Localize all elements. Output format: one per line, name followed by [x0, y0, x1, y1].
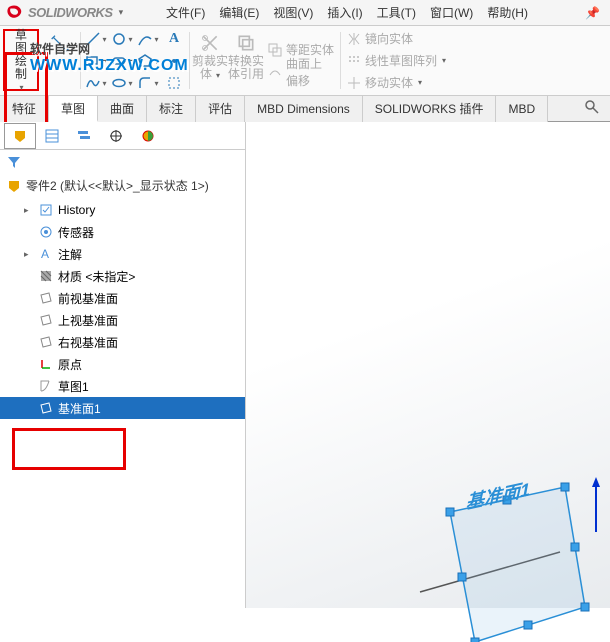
workspace: 零件2 (默认<<默认>_显示状态 1>) ▸History 传感器 ▸A注解 … — [0, 122, 610, 608]
tree-tab-dimxpert[interactable] — [100, 123, 132, 149]
filter-icon[interactable] — [6, 154, 22, 170]
trim-label-1: 剪裁实 — [192, 54, 228, 68]
convert-label-2: 体引用 — [228, 67, 264, 81]
tree-front-plane[interactable]: 前视基准面 — [0, 287, 245, 309]
tab-mbd[interactable]: MBD — [496, 96, 548, 122]
tab-addins[interactable]: SOLIDWORKS 插件 — [363, 96, 497, 122]
tree-tab-feature[interactable] — [4, 123, 36, 149]
menu-bar: 文件(F) 编辑(E) 视图(V) 插入(I) 工具(T) 窗口(W) 帮助(H… — [0, 0, 610, 26]
part-name: 零件2 (默认<<默认>_显示状态 1>) — [26, 177, 209, 194]
convert-label-1: 转换实 — [228, 54, 264, 68]
part-icon — [6, 178, 22, 194]
tree-tab-display[interactable] — [132, 123, 164, 149]
watermark-url: WWW.RJZXW.COM — [30, 57, 189, 75]
tab-mbd-dimensions[interactable]: MBD Dimensions — [245, 96, 363, 122]
ellipse-tool[interactable]: ▾ — [109, 72, 135, 94]
linear-pattern-button[interactable]: 线性草图阵列▾ — [347, 51, 446, 71]
tree-annotation[interactable]: ▸A注解 — [0, 243, 245, 265]
tab-sketch[interactable]: 草图 — [49, 96, 98, 122]
watermark-title: 软件自学网 — [30, 40, 189, 57]
highlight-box-plane1 — [12, 428, 126, 470]
part-header[interactable]: 零件2 (默认<<默认>_显示状态 1>) — [0, 174, 245, 197]
pin-icon[interactable]: 📌 — [585, 6, 600, 20]
filter-row — [0, 150, 245, 174]
menu-tools[interactable]: 工具(T) — [371, 2, 422, 23]
tree-top-plane[interactable]: 上视基准面 — [0, 309, 245, 331]
tab-annotate[interactable]: 标注 — [147, 96, 196, 122]
menu-view[interactable]: 视图(V) — [267, 2, 319, 23]
move-button[interactable]: 移动实体▾ — [347, 73, 446, 93]
tab-evaluate[interactable]: 评估 — [196, 96, 245, 122]
plane-3d-graphic — [310, 342, 610, 642]
menu-edit[interactable]: 编辑(E) — [213, 2, 265, 23]
svg-text:A: A — [41, 247, 49, 261]
ribbon-tabs: 特征 草图 曲面 标注 评估 MBD Dimensions SOLIDWORKS… — [0, 96, 610, 122]
tree-toolbar — [0, 122, 245, 150]
menu-help[interactable]: 帮助(H) — [481, 2, 534, 23]
offset-group: 等距实体 曲面上偏移 — [264, 26, 338, 95]
pattern-group: 镜向实体 线性草图阵列▾ 移动实体▾ — [343, 26, 450, 95]
fillet-tool[interactable]: ▾ — [135, 72, 161, 94]
menu-window[interactable]: 窗口(W) — [424, 2, 479, 23]
menu-file[interactable]: 文件(F) — [160, 2, 211, 23]
feature-tree-panel: 零件2 (默认<<默认>_显示状态 1>) ▸History 传感器 ▸A注解 … — [0, 122, 246, 608]
tree-body: ▸History 传感器 ▸A注解 材质 <未指定> 前视基准面 上视基准面 右… — [0, 197, 245, 608]
tree-sensor[interactable]: 传感器 — [0, 221, 245, 243]
trim-label-2: 体 — [200, 67, 212, 81]
mirror-button[interactable]: 镜向实体 — [347, 29, 446, 49]
convert-icon — [236, 33, 256, 53]
3d-viewport[interactable]: 基准面1 — [246, 122, 610, 608]
watermark: 软件自学网 WWW.RJZXW.COM — [30, 40, 189, 75]
tree-material[interactable]: 材质 <未指定> — [0, 265, 245, 287]
surface-offset-button[interactable]: 曲面上偏移 — [268, 62, 334, 82]
tree-origin[interactable]: 原点 — [0, 353, 245, 375]
spline-tool[interactable]: ▾ — [83, 72, 109, 94]
menu-insert[interactable]: 插入(I) — [321, 2, 368, 23]
trim-icon — [200, 33, 220, 53]
tree-plane1[interactable]: 基准面1 — [0, 397, 245, 419]
search-icon[interactable] — [574, 95, 610, 122]
plane-tool[interactable] — [161, 72, 187, 94]
trim-button[interactable]: 剪裁实体 ▾ — [192, 26, 228, 88]
tree-history[interactable]: ▸History — [0, 199, 245, 221]
convert-button[interactable]: 转换实体引用 — [228, 26, 264, 88]
tree-tab-property[interactable] — [36, 123, 68, 149]
tree-sketch1[interactable]: 草图1 — [0, 375, 245, 397]
tree-right-plane[interactable]: 右视基准面 — [0, 331, 245, 353]
tab-surface[interactable]: 曲面 — [98, 96, 147, 122]
tree-tab-config[interactable] — [68, 123, 100, 149]
